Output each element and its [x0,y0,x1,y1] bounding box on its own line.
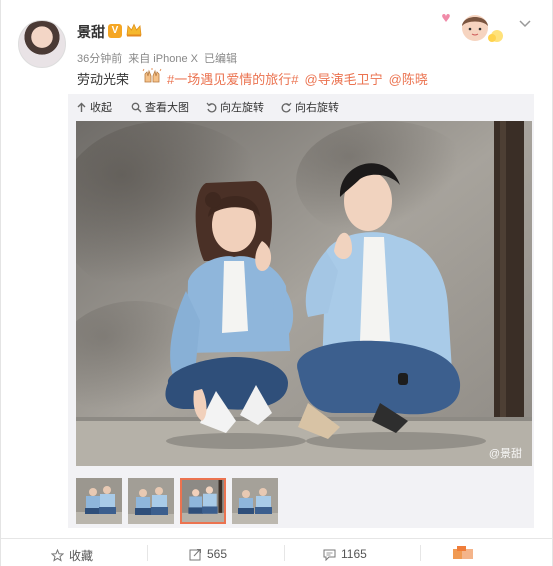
card-decoration-icon [442,14,503,42]
photo-illustration [76,121,532,466]
edited-label[interactable]: 已编辑 [204,53,237,65]
magnifier-icon [131,102,142,112]
clap-emoji-icon [142,68,162,83]
mention-link[interactable]: @导演毛卫宁 [304,72,382,87]
chevron-down-icon[interactable] [519,20,531,28]
collapse-button[interactable]: 收起 [76,99,112,115]
collapse-label: 收起 [90,102,112,114]
username[interactable]: 景甜 [77,22,105,42]
hashtag-line: #一场遇见爱情的旅行# @导演毛卫宁 @陈晓 [167,69,434,88]
hashtag-link[interactable]: #一场遇见爱情的旅行# [167,72,298,87]
mention-link[interactable]: @陈晓 [389,72,428,87]
verified-badge: V [108,24,122,38]
crown-icon [126,23,142,37]
comment-count: 1165 [341,547,367,561]
rotate-left-button[interactable]: 向左旋转 [206,99,264,115]
avatar[interactable] [18,20,66,68]
rotate-right-icon [281,102,292,112]
thumbnail-1[interactable] [76,478,122,524]
view-large-label: 查看大图 [145,102,189,114]
rotate-right-label: 向右旋转 [295,102,339,114]
post-time[interactable]: 36分钟前 [77,53,122,65]
favorite-button[interactable]: 收藏 [51,547,93,564]
rotate-left-icon [206,102,217,112]
thumbnail-4[interactable] [232,478,278,524]
divider [420,545,421,561]
post-photo[interactable]: @景甜 [76,121,532,466]
repost-count: 565 [207,547,228,561]
weibo-post-card: 景甜 V 36分钟前 来自 iPhone X 已编辑 劳动光荣 #一场遇见爱情的旅行… [0,0,553,566]
divider [284,545,285,561]
photo-watermark: @景甜 [488,448,522,460]
post-meta: 36分钟前 来自 iPhone X 已编辑 [77,50,243,66]
rotate-left-label: 向左旋转 [220,102,264,114]
repost-icon [189,548,201,560]
thumbnail-3-active[interactable] [180,478,226,524]
post-source: 来自 iPhone X [128,53,198,65]
comment-button[interactable]: 1165 [323,547,367,561]
divider [147,545,148,561]
thumbnail-2[interactable] [128,478,174,524]
repost-button[interactable]: 565 [189,547,227,561]
favorite-label: 收藏 [69,549,94,563]
like-icon[interactable] [453,546,475,560]
post-actions-bar: 收藏 565 1165 [1,538,553,566]
collapse-icon [77,102,86,112]
view-large-button[interactable]: 查看大图 [131,99,189,115]
star-icon [51,549,64,562]
comment-icon [323,549,336,561]
post-text: 劳动光荣 [77,72,130,87]
rotate-right-button[interactable]: 向右旋转 [281,99,339,115]
